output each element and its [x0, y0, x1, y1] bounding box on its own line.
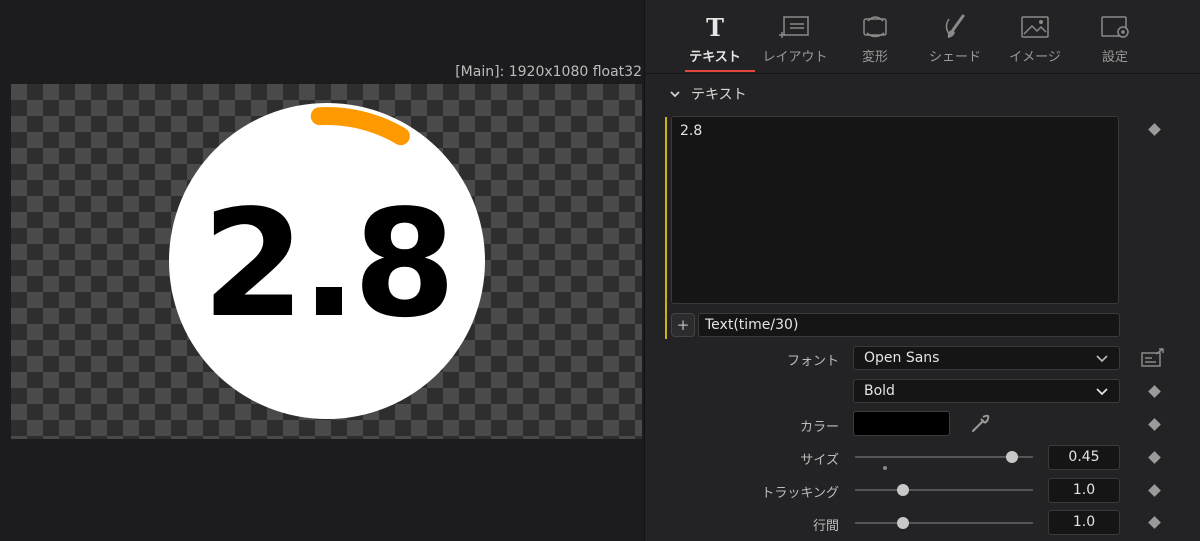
font-browser-icon[interactable]: [1140, 348, 1166, 372]
tab-image[interactable]: イメージ: [995, 0, 1075, 74]
color-swatch[interactable]: [853, 411, 950, 436]
viewer-resolution-caption: [Main]: 1920x1080 float32: [455, 64, 642, 80]
viewer-panel: [Main]: 1920x1080 float32 2.8: [0, 0, 644, 541]
tab-text[interactable]: T テキスト: [675, 0, 755, 74]
tab-label: 変形: [861, 50, 888, 65]
size-label: サイズ: [800, 453, 839, 468]
font-family-dropdown[interactable]: Open Sans: [853, 346, 1120, 370]
font-family-value: Open Sans: [864, 350, 940, 366]
tab-layout[interactable]: レイアウト: [755, 0, 835, 74]
tab-label: イメージ: [1009, 50, 1061, 65]
layout-icon: [779, 14, 811, 40]
styled-text-input[interactable]: 2.8: [671, 116, 1119, 304]
rendered-text: 2.8: [201, 178, 456, 350]
tracking-label: トラッキング: [761, 486, 839, 501]
tracking-value-field[interactable]: 1.0: [1048, 478, 1120, 503]
line-spacing-value-field[interactable]: 1.0: [1048, 510, 1120, 535]
text-T-icon: T: [703, 14, 727, 40]
tab-shade[interactable]: シェード: [915, 0, 995, 74]
chevron-down-icon: [1096, 355, 1108, 363]
chevron-down-icon: [670, 91, 680, 98]
image-icon: [1019, 14, 1051, 40]
keyframe-diamond-icon[interactable]: [1148, 484, 1161, 497]
viewer-canvas[interactable]: 2.8: [11, 84, 642, 439]
slider-knob[interactable]: [897, 484, 910, 496]
add-expression-button[interactable]: +: [671, 313, 695, 337]
keyframe-diamond-icon[interactable]: [1148, 451, 1161, 464]
keyframe-diamond-icon[interactable]: [1148, 516, 1161, 529]
inspector-tabs: T テキスト レイアウト 変形 シェード イメージ 設定: [645, 0, 1200, 74]
tab-settings[interactable]: 設定: [1075, 0, 1155, 74]
keyframe-diamond-icon[interactable]: [1148, 123, 1161, 136]
font-style-value: Bold: [864, 383, 895, 399]
keyframe-diamond-icon[interactable]: [1148, 385, 1161, 398]
tab-label: レイアウト: [762, 50, 828, 65]
tab-label: シェード: [928, 50, 981, 65]
size-value-field[interactable]: 0.45: [1048, 445, 1120, 470]
slider-knob[interactable]: [1005, 451, 1018, 463]
text-group-indicator: [665, 117, 667, 339]
tab-label: テキスト: [689, 50, 741, 65]
tab-transform[interactable]: 変形: [835, 0, 915, 74]
font-style-dropdown[interactable]: Bold: [853, 379, 1120, 403]
size-slider[interactable]: [855, 451, 1033, 463]
eyedropper-icon[interactable]: [970, 414, 990, 438]
section-title: テキスト: [691, 87, 747, 103]
line-spacing-slider[interactable]: [855, 517, 1033, 529]
settings-icon: [1099, 14, 1131, 40]
color-label: カラー: [799, 420, 839, 435]
shade-brush-icon: [939, 14, 971, 40]
inspector-panel: T テキスト レイアウト 変形 シェード イメージ 設定 テキスト 2.8 + …: [644, 0, 1200, 541]
chevron-down-icon: [1096, 388, 1108, 396]
font-label: フォント: [786, 354, 839, 369]
section-header-text[interactable]: テキスト: [669, 84, 747, 104]
svg-text:T: T: [706, 15, 724, 39]
expression-field[interactable]: Text(time/30): [698, 313, 1120, 337]
line-spacing-label: 行間: [812, 519, 839, 534]
slider-knob[interactable]: [897, 517, 910, 529]
default-value-dot: [883, 466, 887, 470]
tab-label: 設定: [1101, 50, 1128, 65]
tracking-slider[interactable]: [855, 484, 1033, 496]
keyframe-diamond-icon[interactable]: [1148, 418, 1161, 431]
transform-icon: [859, 14, 891, 40]
